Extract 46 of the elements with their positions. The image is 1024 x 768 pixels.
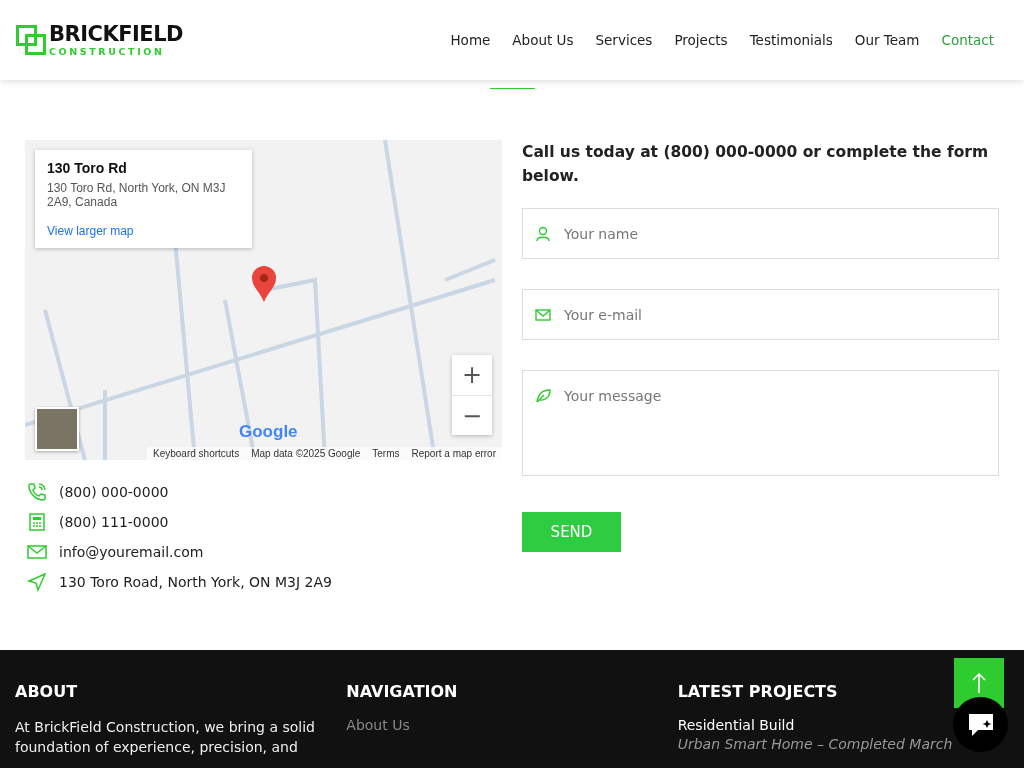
attribution-link[interactable]: Terms (372, 448, 400, 459)
nav-link[interactable]: Services (595, 32, 653, 48)
attribution-link[interactable]: Report a map error (411, 448, 496, 459)
footer-heading: ABOUT (15, 682, 78, 701)
map-pin-icon (250, 265, 278, 303)
logo-name: BRICKFIELD (49, 23, 183, 45)
attribution-link[interactable]: Keyboard shortcuts (153, 448, 240, 459)
project-subtitle: Urban Smart Home – Completed March (677, 736, 954, 752)
logo-icon (16, 25, 46, 55)
zoom-in-button[interactable]: + (452, 355, 492, 395)
arrow-up-icon (971, 672, 987, 694)
view-larger-map-link[interactable]: View larger map (47, 223, 240, 238)
input-field[interactable]: Your e-mail (522, 289, 999, 340)
nav-link[interactable]: Home (450, 32, 491, 48)
phone-icon (27, 482, 47, 502)
leaf-icon (535, 388, 551, 404)
map-panel[interactable]: 130 Toro Rd 130 Toro Rd, North York, ON M3J 2A9, Canada View larger map + − Google Keyboard shortcuts Map data ©2025 Google Terms Report a map error (25, 140, 502, 460)
fax-icon (27, 512, 47, 532)
user-icon (535, 226, 551, 242)
nav-link[interactable]: About Us (512, 32, 574, 48)
nav-link[interactable]: Our Team (854, 32, 920, 48)
contact-text: (800) 111-0000 (59, 514, 169, 530)
nav-link[interactable]: Testimonials (749, 32, 833, 48)
input-field[interactable]: Your name (522, 208, 999, 259)
attribution-link[interactable]: Map data ©2025 Google (251, 448, 361, 459)
envelope-icon (27, 542, 47, 562)
project-title[interactable]: Residential Build (677, 717, 1009, 733)
navigation-arrow-icon (27, 572, 47, 592)
map-logo: Google (239, 422, 298, 442)
footer-heading: LATEST PROJECTS (677, 682, 838, 701)
footer-link[interactable]: About Us (346, 717, 678, 733)
contact-text: info@youremail.com (59, 544, 204, 560)
footer-heading: NAVIGATION (346, 682, 458, 701)
logo-tagline: CONSTRUCTION (49, 46, 166, 57)
nav-link[interactable]: Contact (941, 32, 994, 48)
contact-text: 130 Toro Road, North York, ON M3J 2A9 (59, 574, 332, 590)
form-intro: Call us today at (800) 000-0000 or complete the form below. (522, 142, 990, 187)
contact-text: (800) 000-0000 (59, 484, 169, 500)
message-field[interactable]: Your message (522, 370, 999, 476)
about-text: At BrickField Construction, we bring a solid foundation of experience, precision, and (15, 718, 316, 757)
place-title: 130 Toro Rd (47, 160, 128, 176)
zoom-out-button[interactable]: − (452, 395, 492, 435)
envelope-icon (535, 307, 551, 323)
satellite-thumbnail[interactable] (35, 407, 79, 451)
nav-link[interactable]: Projects (674, 32, 728, 48)
place-address: 130 Toro Rd, North York, ON M3J 2A9, Canada (47, 182, 227, 210)
